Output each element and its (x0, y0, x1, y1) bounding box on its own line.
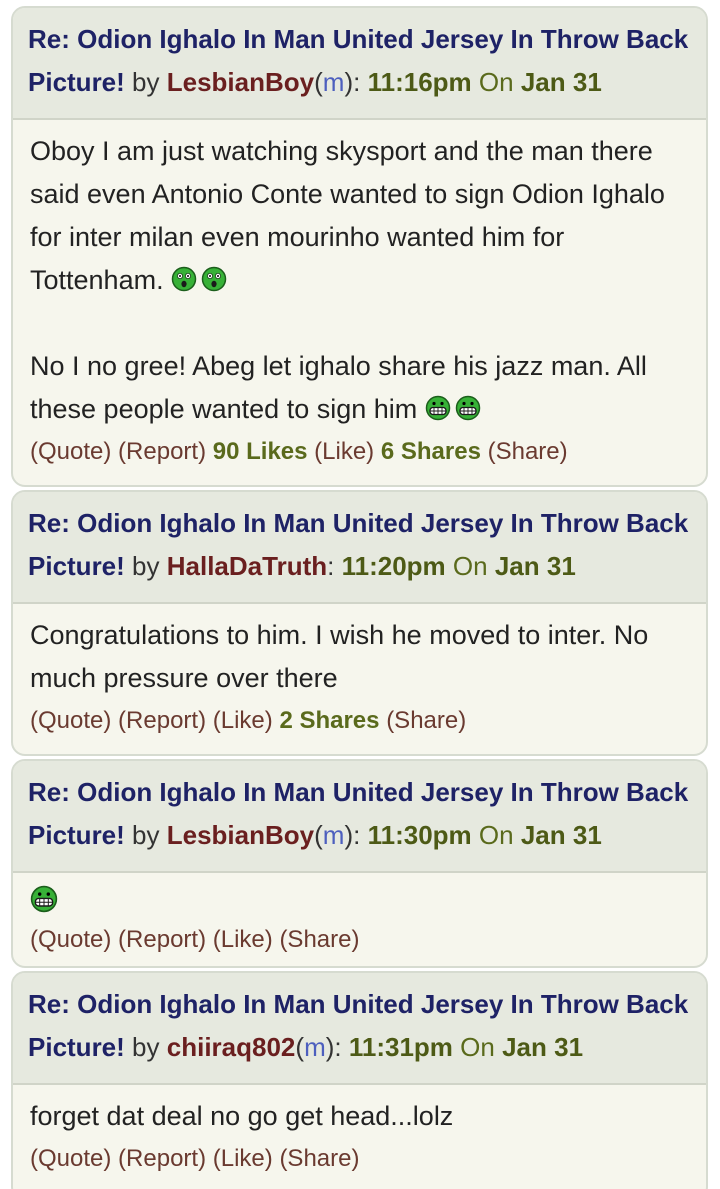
post-text: No I no gree! Abeg let ighalo share his … (30, 351, 647, 424)
grin-emoticon-icon (455, 395, 481, 421)
like-link[interactable]: (Like) (213, 707, 273, 734)
post-actions: (Quote) (Report) (Like) (Share) (30, 1144, 689, 1174)
username-link[interactable]: LesbianBoy (167, 820, 314, 850)
report-link[interactable]: (Report) (118, 926, 206, 953)
like-link[interactable]: (Like) (314, 438, 374, 465)
post-actions: (Quote) (Report) 90 Likes (Like) 6 Share… (30, 437, 689, 467)
share-link[interactable]: (Share) (488, 438, 568, 465)
gender-indicator: m (322, 820, 345, 850)
gender-indicator: m (322, 67, 345, 97)
post-body: forget dat deal no go get head...lolz (Q… (13, 1085, 706, 1174)
post-actions: (Quote) (Report) (Like) (Share) (30, 925, 689, 955)
post-text (30, 885, 689, 917)
gender-indicator: m (304, 1032, 326, 1062)
report-link[interactable]: (Report) (118, 1145, 206, 1172)
post-date: Jan 31 (520, 820, 602, 850)
by-label: by (132, 67, 160, 97)
likes-count: 90 Likes (212, 438, 308, 465)
on-label: On (478, 820, 514, 850)
shares-count: 2 Shares (279, 707, 380, 734)
username-link[interactable]: HallaDaTruth (167, 551, 327, 581)
on-label: On (460, 1032, 495, 1062)
forum-post: Re: Odion Ighalo In Man United Jersey In… (11, 759, 708, 968)
by-label: by (132, 1032, 160, 1062)
post-text: Oboy I am just watching skysport and the… (30, 136, 665, 295)
post-date: Jan 31 (502, 1032, 584, 1062)
shocked-emoticon-icon (201, 266, 227, 292)
forum-post: Re: Odion Ighalo In Man United Jersey In… (11, 6, 708, 487)
post-time: 11:30pm (367, 820, 472, 850)
shares-count: 6 Shares (380, 438, 481, 465)
post-text: forget dat deal no go get head...lolz (30, 1101, 454, 1131)
quote-link[interactable]: (Quote) (30, 707, 111, 734)
post-header: Re: Odion Ighalo In Man United Jersey In… (13, 492, 706, 604)
post-time: 11:16pm (367, 67, 472, 97)
post-date: Jan 31 (520, 67, 602, 97)
quote-link[interactable]: (Quote) (30, 926, 111, 953)
post-header: Re: Odion Ighalo In Man United Jersey In… (13, 8, 706, 120)
post-text: Congratulations to him. I wish he moved … (30, 620, 649, 693)
on-label: On (478, 67, 514, 97)
share-link[interactable]: (Share) (279, 1145, 359, 1172)
grin-emoticon-icon (30, 885, 58, 913)
forum-post: Re: Odion Ighalo In Man United Jersey In… (11, 490, 708, 756)
quote-link[interactable]: (Quote) (30, 1145, 111, 1172)
by-label: by (132, 551, 160, 581)
post-date: Jan 31 (494, 551, 576, 581)
username-link[interactable]: LesbianBoy (167, 67, 314, 97)
like-link[interactable]: (Like) (213, 1145, 273, 1172)
post-time: 11:20pm (341, 551, 446, 581)
share-link[interactable]: (Share) (386, 707, 466, 734)
grin-emoticon-icon (425, 395, 451, 421)
username-link[interactable]: chiiraq802 (167, 1032, 296, 1062)
post-time: 11:31pm (348, 1032, 453, 1062)
share-link[interactable]: (Share) (279, 926, 359, 953)
report-link[interactable]: (Report) (118, 438, 206, 465)
post-body: Congratulations to him. I wish he moved … (13, 604, 706, 736)
post-body: Oboy I am just watching skysport and the… (13, 120, 706, 467)
post-actions: (Quote) (Report) (Like) 2 Shares (Share) (30, 706, 689, 736)
post-body: (Quote) (Report) (Like) (Share) (13, 873, 706, 955)
forum-post: Re: Odion Ighalo In Man United Jersey In… (11, 971, 708, 1189)
post-header: Re: Odion Ighalo In Man United Jersey In… (13, 761, 706, 873)
post-header: Re: Odion Ighalo In Man United Jersey In… (13, 973, 706, 1085)
by-label: by (132, 820, 160, 850)
shocked-emoticon-icon (171, 266, 197, 292)
quote-link[interactable]: (Quote) (30, 438, 111, 465)
on-label: On (452, 551, 488, 581)
like-link[interactable]: (Like) (213, 926, 273, 953)
report-link[interactable]: (Report) (118, 707, 206, 734)
